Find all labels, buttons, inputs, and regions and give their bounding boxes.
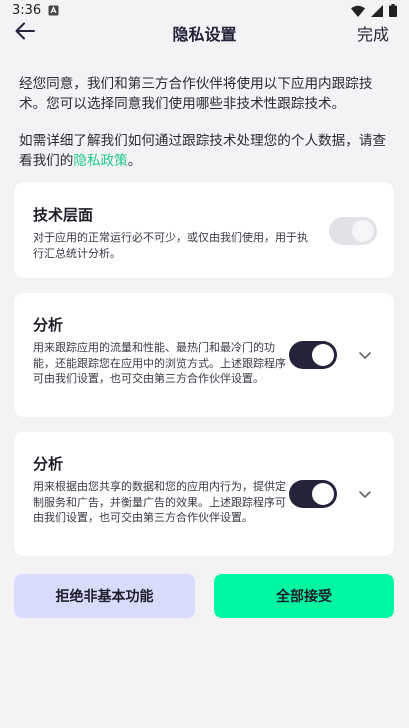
- intro-paragraph-policy: 如需详细了解我们如何通过跟踪技术处理您的个人数据，请查看我们的隐私政策。: [19, 131, 391, 171]
- section-description: 用来跟踪应用的流量和性能、最热门和最冷门的功能，还能跟踪您在应用中的浏览方式。上…: [33, 341, 286, 385]
- policy-sentence-end: 。: [127, 153, 142, 169]
- toggle-knob: [352, 220, 374, 242]
- privacy-policy-link[interactable]: 隐私政策: [73, 153, 127, 169]
- battery-icon: [389, 4, 397, 17]
- toggle-knob: [312, 344, 334, 366]
- section-title: 分析: [33, 455, 64, 473]
- done-button[interactable]: 完成: [357, 21, 389, 45]
- section-title: 技术层面: [33, 206, 94, 224]
- chevron-down-icon[interactable]: [358, 487, 372, 501]
- analytics-toggle[interactable]: [289, 341, 337, 369]
- section-card-advertising: 分析 用来根据由您共享的数据和您的应用内行为，提供定制服务和广告，并衡量广告的效…: [14, 432, 394, 556]
- chevron-down-icon[interactable]: [358, 348, 372, 362]
- reject-non-essential-button[interactable]: 拒绝非基本功能: [14, 574, 195, 618]
- signal-icon: [371, 4, 383, 17]
- advertising-toggle[interactable]: [289, 480, 337, 508]
- technical-toggle[interactable]: [329, 217, 377, 245]
- section-description: 用来根据由您共享的数据和您的应用内行为，提供定制服务和广告，并衡量广告的效果。上…: [33, 480, 286, 524]
- page-title: 隐私设置: [172, 25, 237, 44]
- status-icons: [351, 4, 397, 17]
- section-title: 分析: [33, 316, 64, 334]
- intro-text: 经您同意，我们和第三方合作伙伴将使用以下应用内跟踪技术。您可以选择同意我们使用哪…: [19, 74, 391, 171]
- section-card-technical: 技术层面 对于应用的正常运行必不可少，或仅由我们使用，用于执行汇总统计分析。: [14, 182, 394, 278]
- wifi-icon: [351, 5, 365, 17]
- intro-paragraph: 经您同意，我们和第三方合作伙伴将使用以下应用内跟踪技术。您可以选择同意我们使用哪…: [19, 76, 373, 112]
- status-time: 3:36: [12, 3, 42, 18]
- section-card-analytics: 分析 用来跟踪应用的流量和性能、最热门和最冷门的功能，还能跟踪您在应用中的浏览方…: [14, 293, 394, 417]
- notification-icon: [48, 5, 59, 16]
- app-header: 隐私设置 完成: [0, 18, 409, 46]
- toggle-knob: [312, 483, 334, 505]
- section-description: 对于应用的正常运行必不可少，或仅由我们使用，用于执行汇总统计分析。: [33, 231, 308, 260]
- accept-all-button[interactable]: 全部接受: [214, 574, 394, 618]
